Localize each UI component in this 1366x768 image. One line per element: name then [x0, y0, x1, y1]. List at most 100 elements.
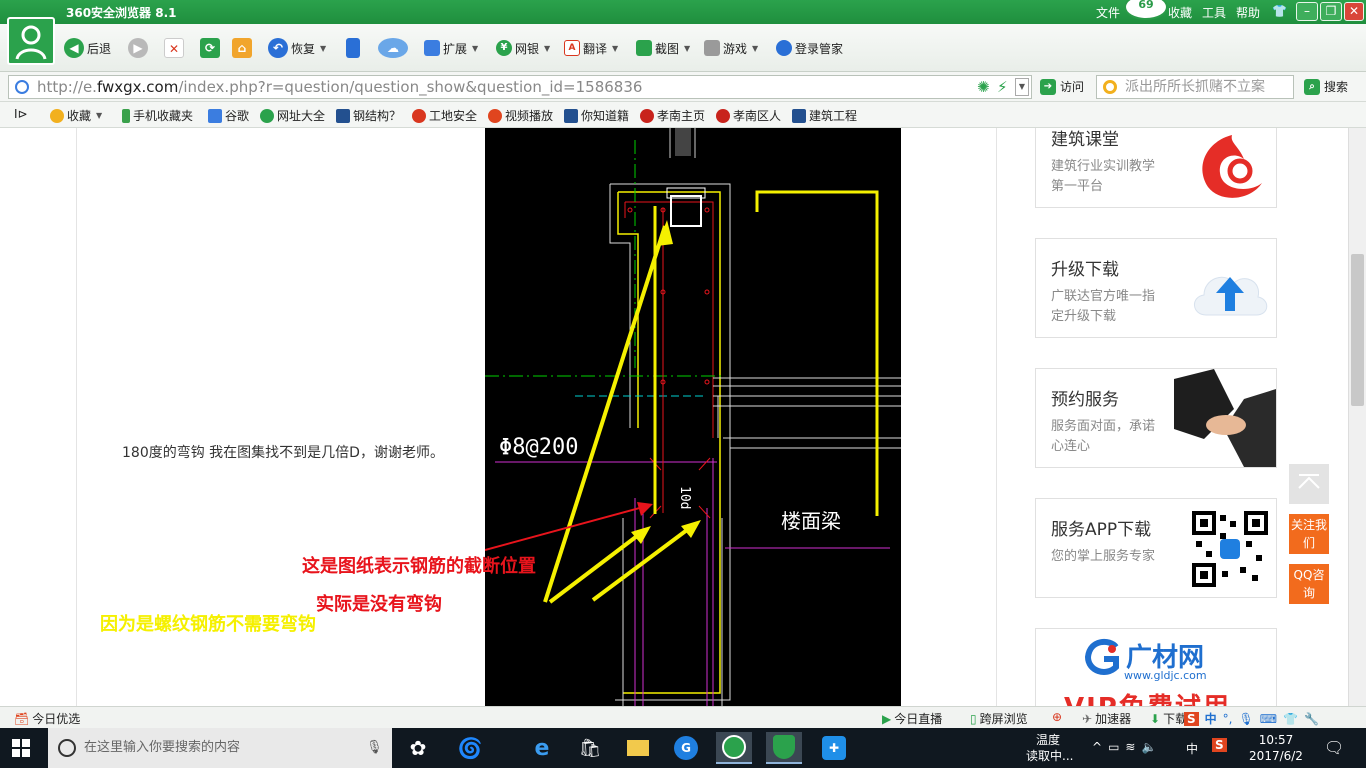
cortana-icon [58, 739, 76, 757]
scrollbar-thumb[interactable] [1351, 254, 1364, 406]
games-button[interactable]: 游戏 ▼ [704, 36, 758, 60]
card-appointment-service[interactable]: 预约服务 服务面对面，承诺心连心 [1035, 368, 1277, 468]
mic-icon: 🎙 [1238, 711, 1254, 726]
ime-indicator[interactable]: 中 [1186, 740, 1198, 757]
vip-banner-text: VIP免费试用 [1064, 687, 1231, 706]
cad-dimension-label: 10d [677, 486, 692, 509]
card-building-class[interactable]: 建筑课堂 建筑行业实训教学第一平台 [1035, 128, 1277, 208]
taskbar-app-weather[interactable]: 🌀 [452, 732, 488, 764]
maximize-button[interactable]: ❐ [1320, 2, 1342, 21]
back-button[interactable]: ◀ 后退 [64, 36, 111, 60]
qq-consult-button[interactable]: QQ咨询 [1289, 564, 1329, 604]
bookmark-item[interactable]: 手机收藏夹 [122, 107, 193, 124]
glodon-icon: G [674, 736, 698, 760]
ime-toolbar[interactable]: S 中 °, 🎙 ⌨ 👕 🔧 [1184, 710, 1319, 727]
keyboard-icon: ⌨ [1259, 711, 1278, 726]
status-bar: 🗃 今日优选 ▶ 今日直播 ▯ 跨屏浏览 ⊕ ✈ 加速器 ⬇ 下载 S 中 °,… [0, 706, 1366, 728]
bookmark-item[interactable]: 钢结构？ [336, 107, 401, 124]
bookmark-item[interactable]: 视频播放 [488, 107, 553, 124]
screenshot-button[interactable]: 截图 ▼ [636, 36, 690, 60]
search-button[interactable]: ⌕ 搜索 [1304, 78, 1348, 95]
taskbar-app-360browser[interactable] [716, 732, 752, 764]
gldjc-url: www.gldjc.com [1124, 669, 1207, 682]
skin-icon[interactable]: 👕 [1272, 4, 1287, 18]
menu-help[interactable]: 帮助 [1236, 4, 1260, 21]
home-icon: ⌂ [232, 38, 252, 58]
vertical-scrollbar[interactable] [1348, 128, 1366, 706]
phone-button[interactable] [346, 36, 360, 60]
refresh-button[interactable]: ⟳ [200, 36, 220, 60]
site-icon [564, 108, 578, 123]
accelerator-button[interactable]: ✈ 加速器 [1082, 710, 1131, 727]
live-button[interactable]: ▶ 今日直播 [882, 710, 942, 727]
notification-badge[interactable]: 69 [1124, 0, 1168, 20]
edge-icon: e [534, 735, 550, 761]
fire-logo-icon [1202, 135, 1262, 198]
card-gldjc-banner[interactable]: 广材网 www.gldjc.com VIP免费试用 [1035, 628, 1277, 706]
minimize-button[interactable]: – [1296, 2, 1318, 21]
weather-widget[interactable]: 温度 读取中... [1026, 732, 1073, 764]
site-icon [792, 108, 806, 123]
shield-icon [773, 735, 795, 759]
system-tray-icons[interactable]: ^▭≋🔈 [1092, 740, 1162, 754]
bookmark-item[interactable]: 孝南区人 [716, 107, 781, 124]
back-to-top-button[interactable] [1289, 464, 1329, 504]
notification-center-icon[interactable]: 🗨 [1324, 738, 1344, 757]
search-icon: ⌕ [1304, 78, 1320, 95]
yen-icon: ¥ [496, 40, 512, 56]
cross-screen-button[interactable]: ▯ 跨屏浏览 [970, 710, 1028, 727]
taskbar-app-store[interactable]: 🛍 [572, 732, 608, 764]
taskbar-app-360safe[interactable] [766, 732, 802, 764]
taskbar-app-photos[interactable]: ✿ [400, 732, 436, 764]
taskbar-app-glodon[interactable]: G [668, 732, 704, 764]
bookmark-item[interactable]: 你知道籍 [564, 107, 629, 124]
sogou-tray-icon[interactable]: S [1212, 738, 1227, 752]
plus-button[interactable]: ⊕ [1052, 710, 1062, 724]
dropdown-icon[interactable]: ▼ [1015, 78, 1029, 96]
bookmark-item[interactable]: 网址大全 [260, 107, 325, 124]
forward-button[interactable]: ▶ [128, 36, 148, 60]
window-title: 360安全浏览器 8.1 [66, 6, 177, 20]
go-button[interactable]: ➔ 访问 [1040, 78, 1084, 95]
today-picks-button[interactable]: 🗃 今日优选 [14, 710, 80, 727]
login-manager-button[interactable]: 登录管家 [776, 36, 843, 60]
stop-button[interactable]: ✕ [164, 36, 184, 60]
refresh-icon: ⟳ [200, 38, 220, 58]
bookmark-favorites[interactable]: 收藏 ▼ [50, 107, 102, 124]
home-button[interactable]: ⌂ [232, 36, 252, 60]
card-app-download[interactable]: 服务APP下载 您的掌上服务专家 [1035, 498, 1277, 598]
video-icon [488, 108, 502, 123]
taskbar-app-edge[interactable]: e [524, 732, 560, 764]
windows-start-icon[interactable] [12, 739, 30, 757]
taskbar-search-input[interactable]: 在这里输入你要搜索的内容 🎙 [48, 728, 392, 768]
annotation-red: 这是图纸表示钢筋的截断位置 [302, 556, 536, 577]
extend-button[interactable]: 扩展 ▼ [424, 36, 478, 60]
download-button[interactable]: ⬇ 下载 [1150, 710, 1187, 727]
restore-button[interactable]: ↶ 恢复 ▼ [268, 36, 326, 60]
menu-favorites[interactable]: 收藏 [1168, 4, 1192, 21]
follow-us-button[interactable]: 关注我们 [1289, 514, 1329, 554]
close-button[interactable]: ✕ [1344, 2, 1364, 21]
user-avatar[interactable] [7, 17, 55, 65]
bookmark-item[interactable]: 建筑工程 [792, 107, 857, 124]
translate-button[interactable]: A 翻译 ▼ [564, 36, 618, 60]
ebank-button[interactable]: ¥ 网银 ▼ [496, 36, 550, 60]
microphone-icon: 🎙 [366, 740, 383, 755]
menu-file[interactable]: 文件 [1096, 4, 1120, 21]
search-input[interactable]: 派出所所长抓赌不立案 [1096, 75, 1294, 99]
menu-tools[interactable]: 工具 [1202, 4, 1226, 21]
card-upgrade-download[interactable]: 升级下载 广联达官方唯一指定升级下载 [1035, 238, 1277, 338]
bookmark-item[interactable]: 谷歌 [208, 107, 249, 124]
taskbar-app-explorer[interactable] [620, 732, 656, 764]
cloud-upload-icon [1194, 276, 1268, 316]
sidebar-toggle-icon[interactable]: I⊳ [14, 107, 28, 121]
teamviewer-icon: ✚ [822, 736, 846, 760]
bookmark-item[interactable]: 孝南主页 [640, 107, 705, 124]
cloud-button[interactable]: ☁ [378, 36, 408, 60]
bookmark-item[interactable]: 工地安全 [412, 107, 477, 124]
scissors-icon [636, 40, 652, 56]
clock[interactable]: 10:57 2017/6/2 [1246, 732, 1306, 764]
taskbar-app-teamviewer[interactable]: ✚ [816, 732, 852, 764]
annotation-yellow: 因为是螺纹钢筋不需要弯钩 [100, 614, 316, 635]
url-input[interactable]: http://e.fwxgx.com/index.php?r=question/… [8, 75, 1032, 99]
